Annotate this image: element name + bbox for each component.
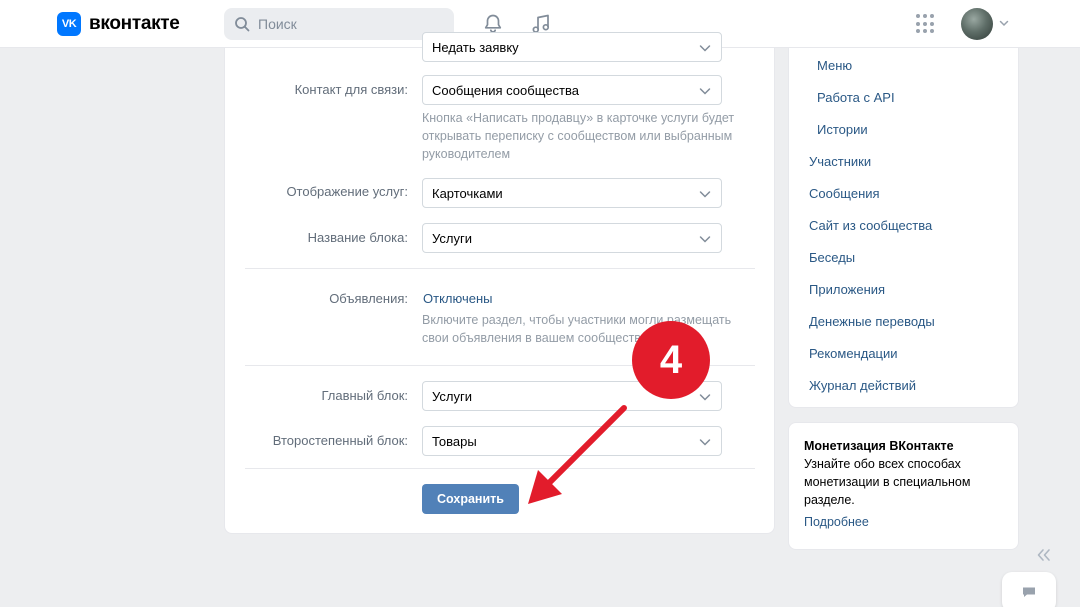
vk-logo-icon: VK: [57, 12, 81, 36]
monetization-promo: Монетизация ВКонтакте Узнайте обо всех с…: [788, 422, 1019, 550]
menu-item-members[interactable]: Участники: [809, 154, 871, 169]
chevron-down-icon: [699, 45, 711, 52]
chevron-down-icon: [699, 439, 711, 446]
chat-button[interactable]: [1002, 572, 1056, 607]
vk-logo-text: вконтакте: [89, 13, 180, 34]
menu-item-stories[interactable]: Истории: [817, 122, 868, 137]
menu-item-messages[interactable]: Сообщения: [809, 186, 880, 201]
menu-item-site[interactable]: Сайт из сообщества: [809, 218, 932, 233]
contact-select[interactable]: Сообщения сообщества: [422, 75, 722, 105]
top-select-value: Недать заявку: [432, 39, 519, 55]
block-name-label: Название блока:: [307, 230, 408, 245]
display-select-value: Карточками: [432, 185, 503, 201]
main-block-select-value: Услуги: [432, 388, 472, 404]
promo-text: Узнайте обо всех способах монетизации в …: [804, 457, 971, 507]
top-select-partial[interactable]: Недать заявку: [422, 32, 722, 62]
menu-item-recommendations[interactable]: Рекомендации: [809, 346, 898, 361]
collapse-chevrons-icon[interactable]: [1036, 548, 1052, 562]
contact-select-value: Сообщения сообщества: [432, 82, 579, 98]
menu-item-chats[interactable]: Беседы: [809, 250, 855, 265]
main-block-label: Главный блок:: [321, 388, 408, 403]
chevron-down-icon: [699, 88, 711, 95]
contact-label: Контакт для связи:: [294, 82, 408, 97]
ads-label: Объявления:: [329, 291, 408, 306]
chat-bubble-icon: [1023, 587, 1035, 597]
search-placeholder: Поиск: [258, 16, 297, 32]
secondary-block-select-value: Товары: [432, 433, 477, 449]
display-select[interactable]: Карточками: [422, 178, 722, 208]
chevron-down-icon: [699, 394, 711, 401]
apps-grid-icon[interactable]: [916, 14, 936, 34]
search-input[interactable]: Поиск: [224, 8, 454, 40]
services-settings-card: Недать заявку Контакт для связи: Сообщен…: [224, 32, 775, 534]
community-menu: Меню Работа с API Истории Участники Сооб…: [788, 48, 1019, 408]
menu-item-money-transfers[interactable]: Денежные переводы: [809, 314, 935, 329]
secondary-block-label: Второстепенный блок:: [272, 433, 408, 448]
vk-logo[interactable]: VK вконтакте: [57, 12, 180, 36]
chevron-down-icon[interactable]: [999, 18, 1009, 28]
promo-title: Монетизация ВКонтакте: [804, 439, 954, 453]
menu-item-apps[interactable]: Приложения: [809, 282, 885, 297]
red-arrow-icon: [528, 405, 627, 504]
contact-hint: Кнопка «Написать продавцу» в карточке ус…: [422, 111, 735, 161]
block-name-select-value: Услуги: [432, 230, 472, 246]
menu-item-action-log[interactable]: Журнал действий: [809, 378, 916, 393]
chevron-down-icon: [699, 191, 711, 198]
block-name-select[interactable]: Услуги: [422, 223, 722, 253]
step-number-badge: 4: [632, 321, 710, 399]
save-button[interactable]: Сохранить: [422, 484, 519, 514]
search-icon: [235, 17, 250, 32]
promo-more-link[interactable]: Подробнее: [804, 515, 1003, 529]
menu-item-api[interactable]: Работа с API: [817, 90, 895, 105]
display-label: Отображение услуг:: [286, 184, 408, 199]
section-divider: [245, 268, 755, 269]
avatar[interactable]: [961, 8, 993, 40]
menu-item-menu[interactable]: Меню: [817, 58, 852, 73]
chevron-down-icon: [699, 236, 711, 243]
ads-status-link[interactable]: Отключены: [423, 291, 492, 306]
section-divider: [245, 468, 755, 469]
